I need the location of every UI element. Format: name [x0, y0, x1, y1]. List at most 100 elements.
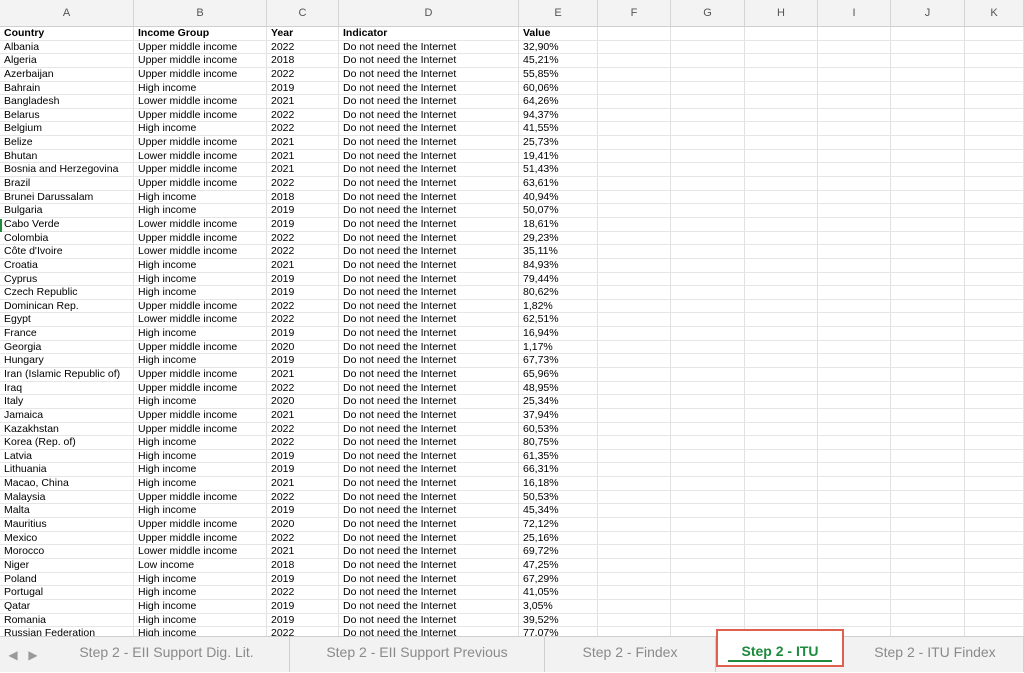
table-cell[interactable] [598, 395, 671, 409]
table-cell[interactable] [891, 545, 965, 559]
table-cell[interactable]: 2022 [267, 231, 339, 246]
table-cell[interactable]: 2021 [267, 477, 339, 491]
table-cell[interactable]: High income [134, 463, 267, 478]
table-cell[interactable] [671, 313, 745, 328]
table-cell[interactable]: Lower middle income [134, 245, 267, 259]
header-cell[interactable] [598, 27, 671, 41]
table-cell[interactable]: Do not need the Internet [339, 327, 519, 341]
table-cell[interactable]: 84,93% [519, 258, 598, 273]
sheet-tab-5[interactable]: Step 2 - ITU Findex [847, 637, 1024, 672]
table-cell[interactable] [818, 599, 891, 614]
table-cell[interactable] [965, 340, 1024, 355]
table-cell[interactable] [598, 599, 671, 614]
table-cell[interactable]: Upper middle income [134, 40, 267, 55]
table-cell[interactable] [891, 163, 965, 178]
header-cell[interactable]: Indicator [339, 27, 519, 41]
table-cell[interactable] [598, 613, 671, 628]
table-cell[interactable]: Upper middle income [134, 422, 267, 437]
table-cell[interactable]: High income [134, 477, 267, 491]
table-cell[interactable]: Niger [0, 558, 134, 573]
table-cell[interactable] [965, 422, 1024, 437]
table-cell[interactable]: High income [134, 272, 267, 287]
table-cell[interactable]: Azerbaijan [0, 67, 134, 82]
table-cell[interactable] [745, 354, 818, 368]
table-cell[interactable] [818, 531, 891, 546]
table-cell[interactable]: Cyprus [0, 272, 134, 287]
table-cell[interactable] [891, 340, 965, 355]
table-cell[interactable] [745, 108, 818, 123]
table-cell[interactable]: 2022 [267, 67, 339, 82]
table-cell[interactable]: Belarus [0, 108, 134, 123]
table-cell[interactable] [818, 422, 891, 437]
table-cell[interactable]: Iran (Islamic Republic of) [0, 368, 134, 382]
table-cell[interactable] [671, 217, 745, 232]
table-cell[interactable] [598, 163, 671, 178]
table-cell[interactable] [745, 163, 818, 178]
table-cell[interactable]: 50,07% [519, 204, 598, 218]
table-cell[interactable] [598, 204, 671, 218]
table-cell[interactable]: Mexico [0, 531, 134, 546]
table-cell[interactable] [965, 190, 1024, 205]
table-cell[interactable]: Do not need the Internet [339, 81, 519, 96]
table-cell[interactable]: 2019 [267, 327, 339, 341]
column-header-d[interactable]: D [339, 0, 519, 26]
table-cell[interactable]: Malaysia [0, 490, 134, 505]
table-cell[interactable] [671, 327, 745, 341]
table-cell[interactable]: Do not need the Internet [339, 368, 519, 382]
table-cell[interactable] [671, 599, 745, 614]
table-cell[interactable]: Upper middle income [134, 381, 267, 396]
table-cell[interactable]: Do not need the Internet [339, 477, 519, 491]
table-cell[interactable]: 2022 [267, 177, 339, 191]
table-cell[interactable] [965, 313, 1024, 328]
table-cell[interactable]: Upper middle income [134, 136, 267, 150]
table-cell[interactable] [598, 136, 671, 150]
table-cell[interactable]: 79,44% [519, 272, 598, 287]
header-cell[interactable] [671, 27, 745, 41]
table-cell[interactable] [671, 177, 745, 191]
header-cell[interactable] [891, 27, 965, 41]
table-cell[interactable]: Do not need the Internet [339, 163, 519, 178]
table-cell[interactable]: Do not need the Internet [339, 463, 519, 478]
table-cell[interactable]: Czech Republic [0, 286, 134, 300]
table-cell[interactable]: Do not need the Internet [339, 217, 519, 232]
table-cell[interactable]: Colombia [0, 231, 134, 246]
table-cell[interactable] [965, 54, 1024, 68]
table-cell[interactable]: 2019 [267, 572, 339, 587]
table-cell[interactable] [745, 327, 818, 341]
table-cell[interactable]: 39,52% [519, 613, 598, 628]
table-cell[interactable] [818, 54, 891, 68]
table-cell[interactable]: 2022 [267, 122, 339, 137]
table-cell[interactable] [671, 408, 745, 423]
table-cell[interactable] [818, 340, 891, 355]
table-cell[interactable] [818, 463, 891, 478]
table-cell[interactable] [745, 245, 818, 259]
table-cell[interactable]: High income [134, 286, 267, 300]
table-cell[interactable] [818, 272, 891, 287]
table-cell[interactable]: 41,55% [519, 122, 598, 137]
table-cell[interactable] [891, 395, 965, 409]
table-cell[interactable]: Do not need the Internet [339, 490, 519, 505]
table-cell[interactable]: High income [134, 572, 267, 587]
table-cell[interactable]: 2022 [267, 381, 339, 396]
table-cell[interactable]: Qatar [0, 599, 134, 614]
table-cell[interactable]: High income [134, 81, 267, 96]
table-cell[interactable] [891, 40, 965, 55]
table-cell[interactable]: Do not need the Internet [339, 122, 519, 137]
table-cell[interactable] [965, 327, 1024, 341]
table-cell[interactable] [965, 586, 1024, 600]
table-cell[interactable] [965, 572, 1024, 587]
table-cell[interactable] [891, 81, 965, 96]
table-cell[interactable]: Upper middle income [134, 518, 267, 532]
table-cell[interactable]: Do not need the Internet [339, 436, 519, 450]
table-cell[interactable] [745, 177, 818, 191]
table-cell[interactable]: Do not need the Internet [339, 340, 519, 355]
table-cell[interactable]: High income [134, 627, 267, 636]
table-cell[interactable] [891, 149, 965, 164]
table-cell[interactable] [671, 354, 745, 368]
column-header-b[interactable]: B [134, 0, 267, 26]
table-cell[interactable] [891, 258, 965, 273]
header-cell[interactable]: Value [519, 27, 598, 41]
table-cell[interactable] [598, 477, 671, 491]
table-cell[interactable] [818, 163, 891, 178]
table-cell[interactable] [598, 149, 671, 164]
